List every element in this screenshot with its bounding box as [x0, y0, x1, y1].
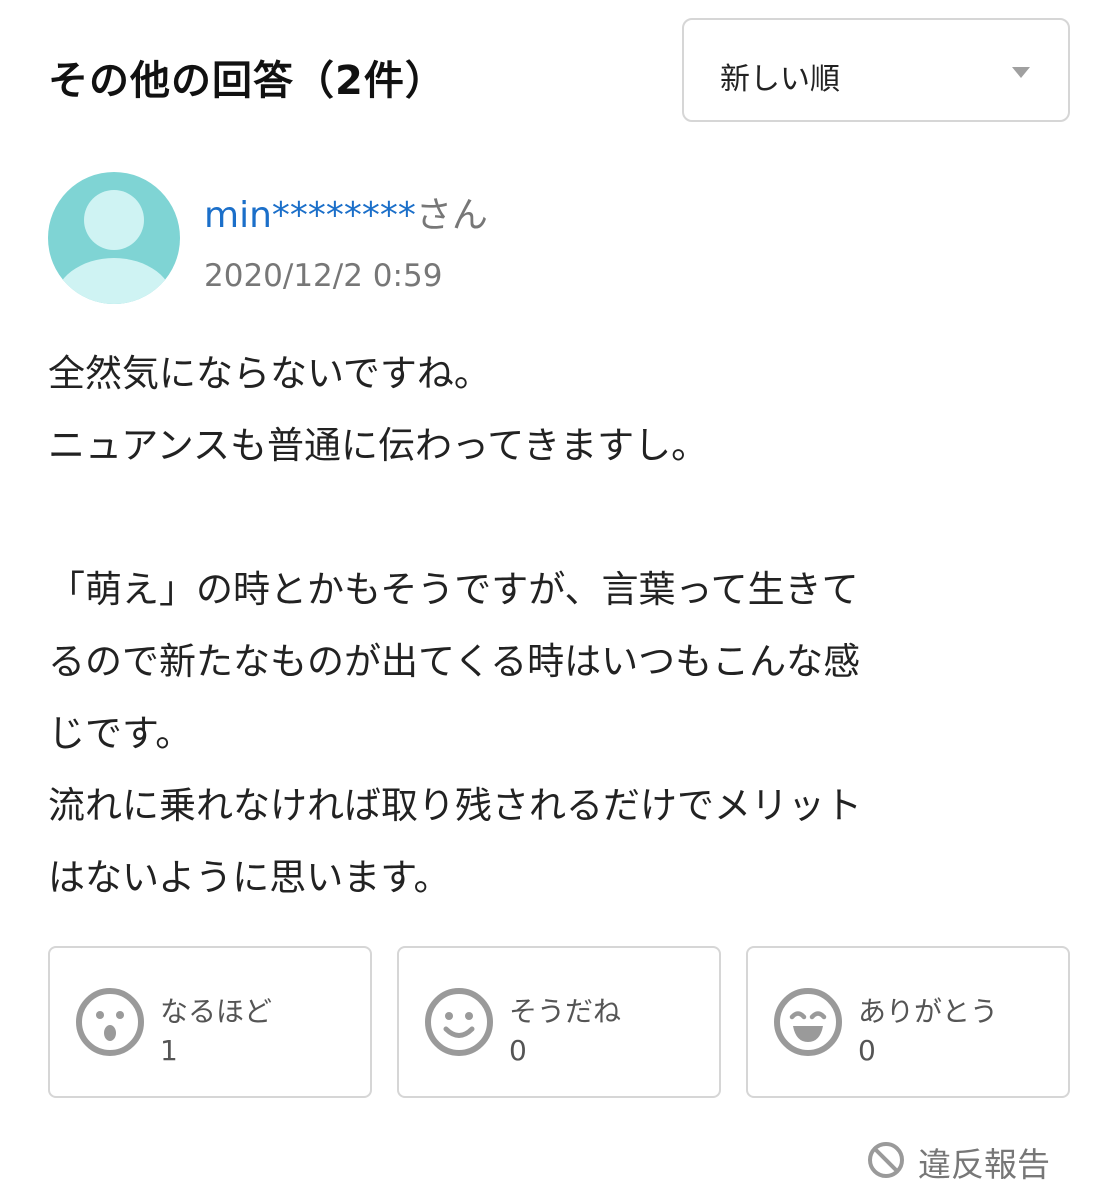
answer-line: じです。 [48, 712, 193, 755]
answer-author: min********さん 2020/12/2 0:59 [48, 172, 1070, 306]
chevron-down-icon [1012, 67, 1030, 78]
sort-selected-label: 新しい順 [720, 62, 840, 97]
answer-blank-line [48, 482, 1078, 554]
answer-body: 全然気にならないですね。 ニュアンスも普通に伝わってきますし。 「萌え」の時とか… [48, 338, 1078, 914]
user-honorific: さん [415, 195, 488, 236]
reaction-arigatou-button[interactable]: ありがとう 0 [746, 946, 1070, 1098]
reaction-buttons: なるほど 1 そうだね 0 ありがとう 0 [48, 946, 1070, 1098]
section-title: その他の回答（2件） [48, 58, 446, 104]
user-name: min********さん [204, 186, 488, 238]
smile-face-icon [425, 988, 493, 1056]
reaction-count: 0 [858, 1034, 876, 1067]
reaction-count: 1 [160, 1034, 178, 1067]
avatar[interactable] [48, 172, 180, 304]
answer-line: 流れに乗れなければ取り残されるだけでメリット [48, 784, 862, 827]
reaction-soudane-button[interactable]: そうだね 0 [397, 946, 721, 1098]
grin-face-icon [774, 988, 842, 1056]
reaction-label: なるほど [160, 995, 273, 1028]
report-label: 違反報告 [918, 1145, 1050, 1184]
reaction-naruhodo-button[interactable]: なるほど 1 [48, 946, 372, 1098]
sort-dropdown[interactable]: 新しい順 [682, 18, 1070, 122]
answer-line: はないように思います。 [48, 856, 451, 899]
reaction-label: そうだね [509, 995, 622, 1028]
avatar-body-shape [54, 258, 174, 304]
answer-line: るので新たなものが出てくる時はいつもこんな感 [48, 640, 861, 683]
answer-timestamp: 2020/12/2 0:59 [204, 258, 443, 294]
avatar-head-shape [84, 190, 144, 250]
user-id-link[interactable]: min******** [204, 195, 416, 236]
report-violation-link[interactable]: 違反報告 [866, 1134, 1066, 1184]
reaction-count: 0 [509, 1034, 527, 1067]
reaction-label: ありがとう [858, 995, 999, 1028]
answer-line: 全然気にならないですね。 [48, 352, 491, 395]
surprised-face-icon [76, 988, 144, 1056]
answer-line: 「萌え」の時とかもそうですが、言葉って生きて [48, 568, 859, 611]
answer-line: ニュアンスも普通に伝わってきますし。 [48, 424, 709, 467]
answers-header: その他の回答（2件） 新しい順 [48, 18, 1070, 126]
prohibited-icon [868, 1142, 904, 1178]
